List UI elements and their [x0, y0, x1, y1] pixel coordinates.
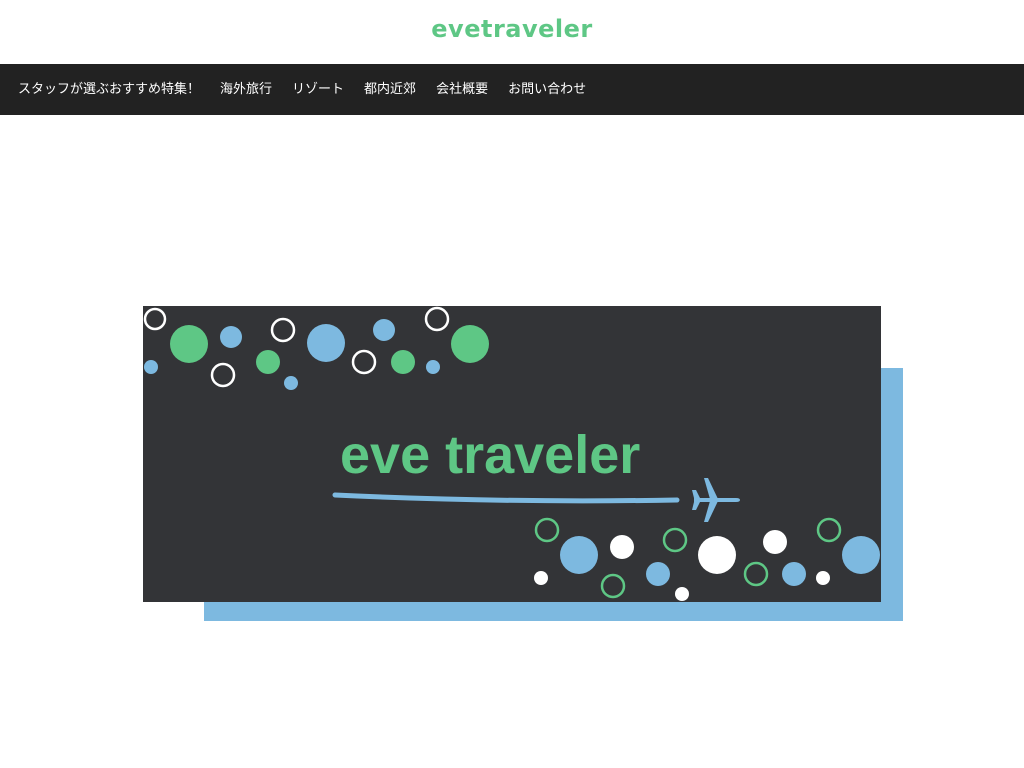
- dot: [763, 530, 787, 554]
- nav-item-overseas-travel[interactable]: 海外旅行: [220, 64, 272, 115]
- dot: [610, 535, 634, 559]
- main-nav: スタッフが選ぶおすすめ特集！ 海外旅行 リゾート 都内近郊 会社概要 お問い合わ…: [0, 64, 1024, 115]
- dot: [144, 360, 158, 374]
- hero-banner: eve traveler: [143, 306, 903, 622]
- nav-item-contact[interactable]: お問い合わせ: [508, 64, 586, 115]
- dot: [391, 350, 415, 374]
- dot: [698, 536, 736, 574]
- dot: [646, 562, 670, 586]
- banner-image: eve traveler: [143, 306, 903, 621]
- nav-item-tokyo-suburbs[interactable]: 都内近郊: [364, 64, 416, 115]
- dot: [284, 376, 298, 390]
- dot: [451, 325, 489, 363]
- dot: [307, 324, 345, 362]
- dot: [373, 319, 395, 341]
- nav-list: スタッフが選ぶおすすめ特集！ 海外旅行 リゾート 都内近郊 会社概要 お問い合わ…: [18, 64, 606, 115]
- dot: [534, 571, 548, 585]
- dot: [816, 571, 830, 585]
- nav-item-staff-picks[interactable]: スタッフが選ぶおすすめ特集！: [18, 64, 200, 115]
- dot: [675, 587, 689, 601]
- nav-item-resort[interactable]: リゾート: [292, 64, 344, 115]
- site-title[interactable]: evetraveler: [0, 12, 1024, 46]
- dot: [220, 326, 242, 348]
- site-header: evetraveler: [0, 0, 1024, 64]
- banner-logo-text: eve traveler: [340, 425, 640, 485]
- dot: [782, 562, 806, 586]
- nav-item-company-profile[interactable]: 会社概要: [436, 64, 488, 115]
- dot: [426, 360, 440, 374]
- dot: [170, 325, 208, 363]
- dot: [256, 350, 280, 374]
- dot: [842, 536, 880, 574]
- dot: [560, 536, 598, 574]
